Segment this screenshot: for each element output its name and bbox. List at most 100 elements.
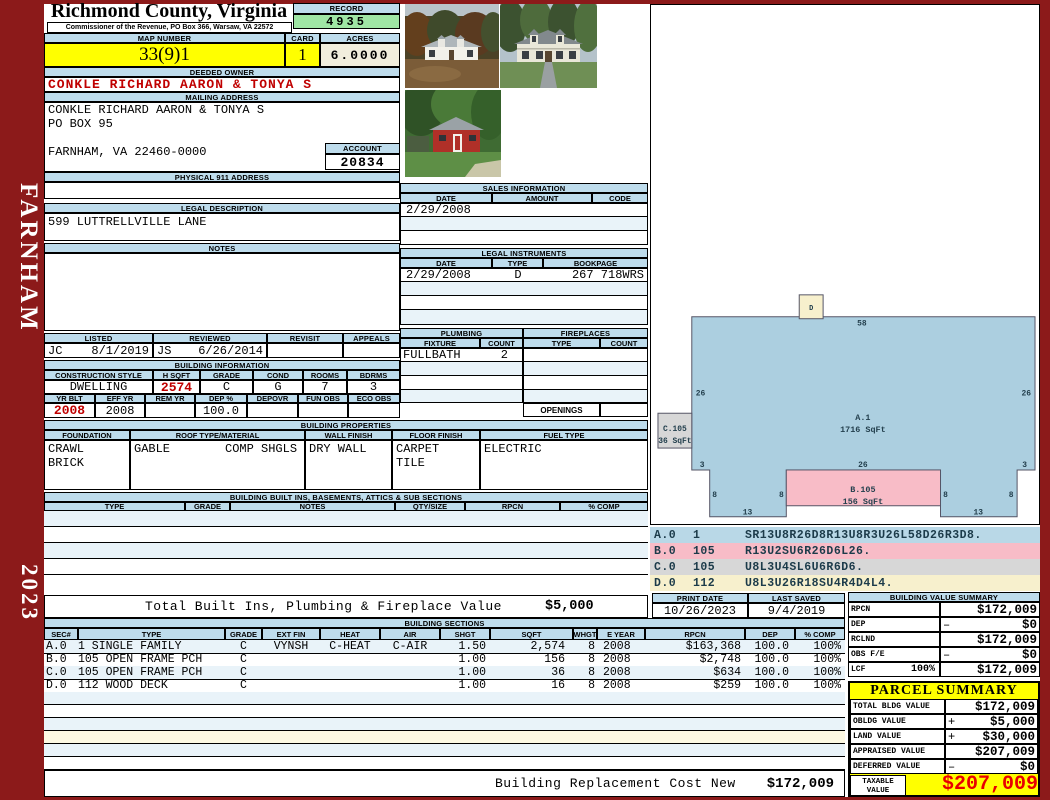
floor-finish-value: CARPET TILE [392,440,480,490]
replacement-cost-row: Building Replacement Cost New $172,009 [44,770,845,797]
sec-shgt: 1.00 [458,653,486,666]
empty-row [44,511,648,527]
notes-box[interactable] [44,253,400,331]
ps-value-cell: $172,009 [945,699,1038,714]
vs-value-cell: – $0 [940,617,1040,632]
rooms-value: 7 [303,380,347,394]
reviewed-value: JS 6/26/2014 [153,343,267,358]
built-ins-columns: TYPE GRADE NOTES QTY/SIZE RPCN % COMP [44,502,648,511]
ps-value: $30,000 [982,729,1035,744]
foundation-line-1: CRAWL [48,442,85,456]
sec-eyear: 2008 [603,653,631,666]
col-remyr: REM YR [145,394,195,403]
ps-value-cell: + $5,000 [945,714,1038,729]
building-sketch[interactable]: D 58 26 26 A.1 1716 SqFt C.105 36 SqFt 3… [650,4,1040,525]
parcel-summary-header: PARCEL SUMMARY [870,683,1018,698]
sec-type: 105 OPEN FRAME PCH [78,653,203,666]
map-number-header: MAP NUMBER [44,33,285,43]
section-row[interactable]: D.0 112 WOOD DECK C 1.00 16 8 2008 $259 … [44,679,845,693]
property-photo-front-autumn[interactable] [405,4,499,88]
grade-value: C [200,380,253,394]
fireplaces-header: FIREPLACES [523,328,648,338]
building-information-header: BUILDING INFORMATION [44,360,400,370]
dim-leg-h: 8 [1009,491,1014,500]
section-row[interactable]: A.0 1 SINGLE FAMILY C VYNSH C-HEAT C-AIR… [44,640,845,654]
physical-address-header: PHYSICAL 911 ADDRESS [44,172,400,182]
listed-date: 8/1/2019 [91,343,149,358]
sec-rpcn: $2,748 [699,653,741,666]
sec-whgt: 8 [588,679,595,692]
section-row[interactable]: C.0 105 OPEN FRAME PCH C 1.00 36 8 2008 … [44,666,845,680]
vs-value-cell: $172,009 [940,602,1040,617]
roof-value: GABLE COMP SHGLS [130,440,305,490]
property-photo-front-summer[interactable] [500,4,597,88]
listed-header: LISTED [44,333,153,343]
sec-heat: C-HEAT [329,640,371,653]
ps-value-cell: + $30,000 [945,729,1038,744]
sec-dep: 100.0 [754,640,789,653]
building-info-columns-2: YR BLT EFF YR REM YR DEP % DEPOVR FUN OB… [44,394,400,403]
sec-eyear: 2008 [603,640,631,653]
dim-leg-h: 8 [943,491,948,500]
dim-mid: 26 [858,461,868,470]
empty-row [400,376,523,390]
col-sale-amount: AMOUNT [492,193,592,203]
mailing-address-header: MAILING ADDRESS [44,92,400,102]
sec-grade: C [240,666,247,679]
vs-label: DEP [848,617,940,632]
last-saved-value: 9/4/2019 [748,603,845,618]
empty-row [400,282,648,296]
dim-leg-h: 8 [779,491,784,500]
section-row[interactable]: B.0 105 OPEN FRAME PCH C 1.00 156 8 2008… [44,653,845,667]
ps-label: OBLDG VALUE [850,714,945,729]
card-value[interactable]: 1 [285,43,320,67]
sec-grade: C [240,640,247,653]
deeded-owner-value: CONKLE RICHARD AARON & TONYA S [44,77,400,92]
vs-value: $0 [1021,617,1037,632]
col-fireplace-type: TYPE [523,338,600,348]
col-bi-notes: NOTES [230,502,395,511]
col-comp: % COMP [795,628,845,640]
col-bi-rpcn: RPCN [465,502,560,511]
col-foundation: FOUNDATION [44,430,130,440]
empty-row [44,705,845,718]
vs-value: $172,009 [976,632,1037,647]
sec-shgt: 1.00 [458,679,486,692]
map-number-value[interactable]: 33(9)1 [44,43,285,67]
property-photo-outbuilding[interactable] [405,90,501,177]
sec-air: C-AIR [392,640,428,653]
col-yrblt: YR BLT [44,394,95,403]
col-extfin: EXT FIN [262,628,320,640]
dim-leg-w: 13 [974,509,984,518]
col-sec: SEC# [44,628,78,640]
sec-id: D.0 [46,679,67,692]
empty-row [400,231,648,245]
sec-type: 105 OPEN FRAME PCH [78,666,203,679]
empty-row [523,362,648,376]
col-bi-grade: GRADE [185,502,230,511]
ps-value: $172,009 [974,699,1035,714]
col-fixture: FIXTURE [400,338,480,348]
record-value: 4935 [293,14,400,29]
sec-sqft: 2,574 [530,640,565,653]
col-dep-pct: DEP % [195,394,247,403]
sec-comp: 100% [813,679,841,692]
col-heat: HEAT [320,628,380,640]
appeals-value [343,343,400,358]
sketch-a-label: A.1 [855,413,870,423]
col-bdrms: BDRMS [347,370,400,380]
building-properties-columns: FOUNDATION ROOF TYPE/MATERIAL WALL FINIS… [44,430,648,440]
col-sale-code: CODE [592,193,648,203]
sec-shgt: 1.00 [458,666,486,679]
replacement-cost-value: $172,009 [766,775,834,792]
empty-row [400,362,523,376]
foundation-line-2: BRICK [48,456,85,470]
physical-address-box[interactable] [44,182,400,199]
empty-row [44,692,845,705]
col-instr-date: DATE [400,258,492,268]
dim-leg-w: 13 [743,509,753,518]
col-bi-type: TYPE [44,502,185,511]
replacement-cost-label: Building Replacement Cost New [495,776,736,791]
sec-eyear: 2008 [603,679,631,692]
sec-whgt: 8 [588,666,595,679]
